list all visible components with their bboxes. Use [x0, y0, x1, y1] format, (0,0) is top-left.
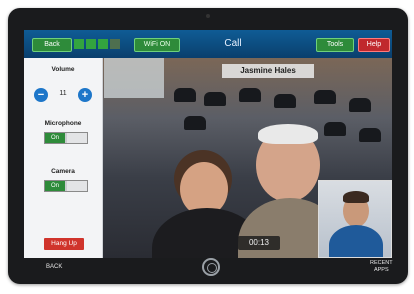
microphone-toggle-state: On: [45, 133, 65, 143]
tools-button[interactable]: Tools: [316, 38, 354, 52]
front-camera: [206, 14, 210, 18]
signal-strength-indicator: [74, 39, 120, 49]
call-timer: 00:13: [238, 236, 280, 250]
hang-up-button[interactable]: Hang Up: [44, 238, 84, 250]
background-chair: [349, 98, 371, 112]
home-button-icon[interactable]: [202, 258, 220, 276]
background-chair: [239, 88, 261, 102]
volume-down-button[interactable]: −: [34, 88, 48, 102]
person-hair: [258, 124, 318, 144]
background-chair: [359, 128, 381, 142]
wifi-status-button[interactable]: WiFi ON: [134, 38, 180, 52]
caller-name-label: Jasmine Hales: [222, 64, 314, 78]
microphone-label: Microphone: [44, 120, 82, 127]
top-bar: Back WiFi ON Call Tools Help: [24, 30, 392, 58]
background-chair: [204, 92, 226, 106]
microphone-toggle[interactable]: On: [44, 132, 88, 144]
toggle-knob: [67, 133, 87, 143]
tablet-frame: Back WiFi ON Call Tools Help Jasmine Hal…: [8, 8, 408, 284]
call-control-panel: Volume − 11 + Microphone On Camera On Ha…: [24, 58, 103, 258]
volume-up-button[interactable]: +: [78, 88, 92, 102]
app-screen: Back WiFi ON Call Tools Help Jasmine Hal…: [24, 30, 392, 258]
background-window: [104, 58, 164, 98]
person-body: [329, 225, 383, 257]
background-chair: [314, 90, 336, 104]
volume-label: Volume: [51, 66, 75, 73]
help-button[interactable]: Help: [358, 38, 390, 52]
background-chair: [174, 88, 196, 102]
camera-toggle-state: On: [45, 181, 65, 191]
recent-apps-label-line2: APPS: [373, 267, 389, 273]
camera-label: Camera: [51, 168, 75, 175]
background-chair: [274, 94, 296, 108]
recent-apps-label-line1: RECENT: [370, 260, 393, 266]
back-button[interactable]: Back: [32, 38, 72, 52]
volume-value: 11: [59, 90, 67, 97]
background-chair: [324, 122, 346, 136]
self-view-video[interactable]: [318, 180, 392, 258]
camera-toggle[interactable]: On: [44, 180, 88, 192]
person-hair: [343, 191, 369, 203]
toggle-knob: [67, 181, 87, 191]
device-back-button[interactable]: BACK: [46, 264, 62, 270]
recent-apps-button[interactable]: RECENT APPS: [370, 260, 393, 274]
background-chair: [184, 116, 206, 130]
page-title: Call: [224, 38, 242, 49]
